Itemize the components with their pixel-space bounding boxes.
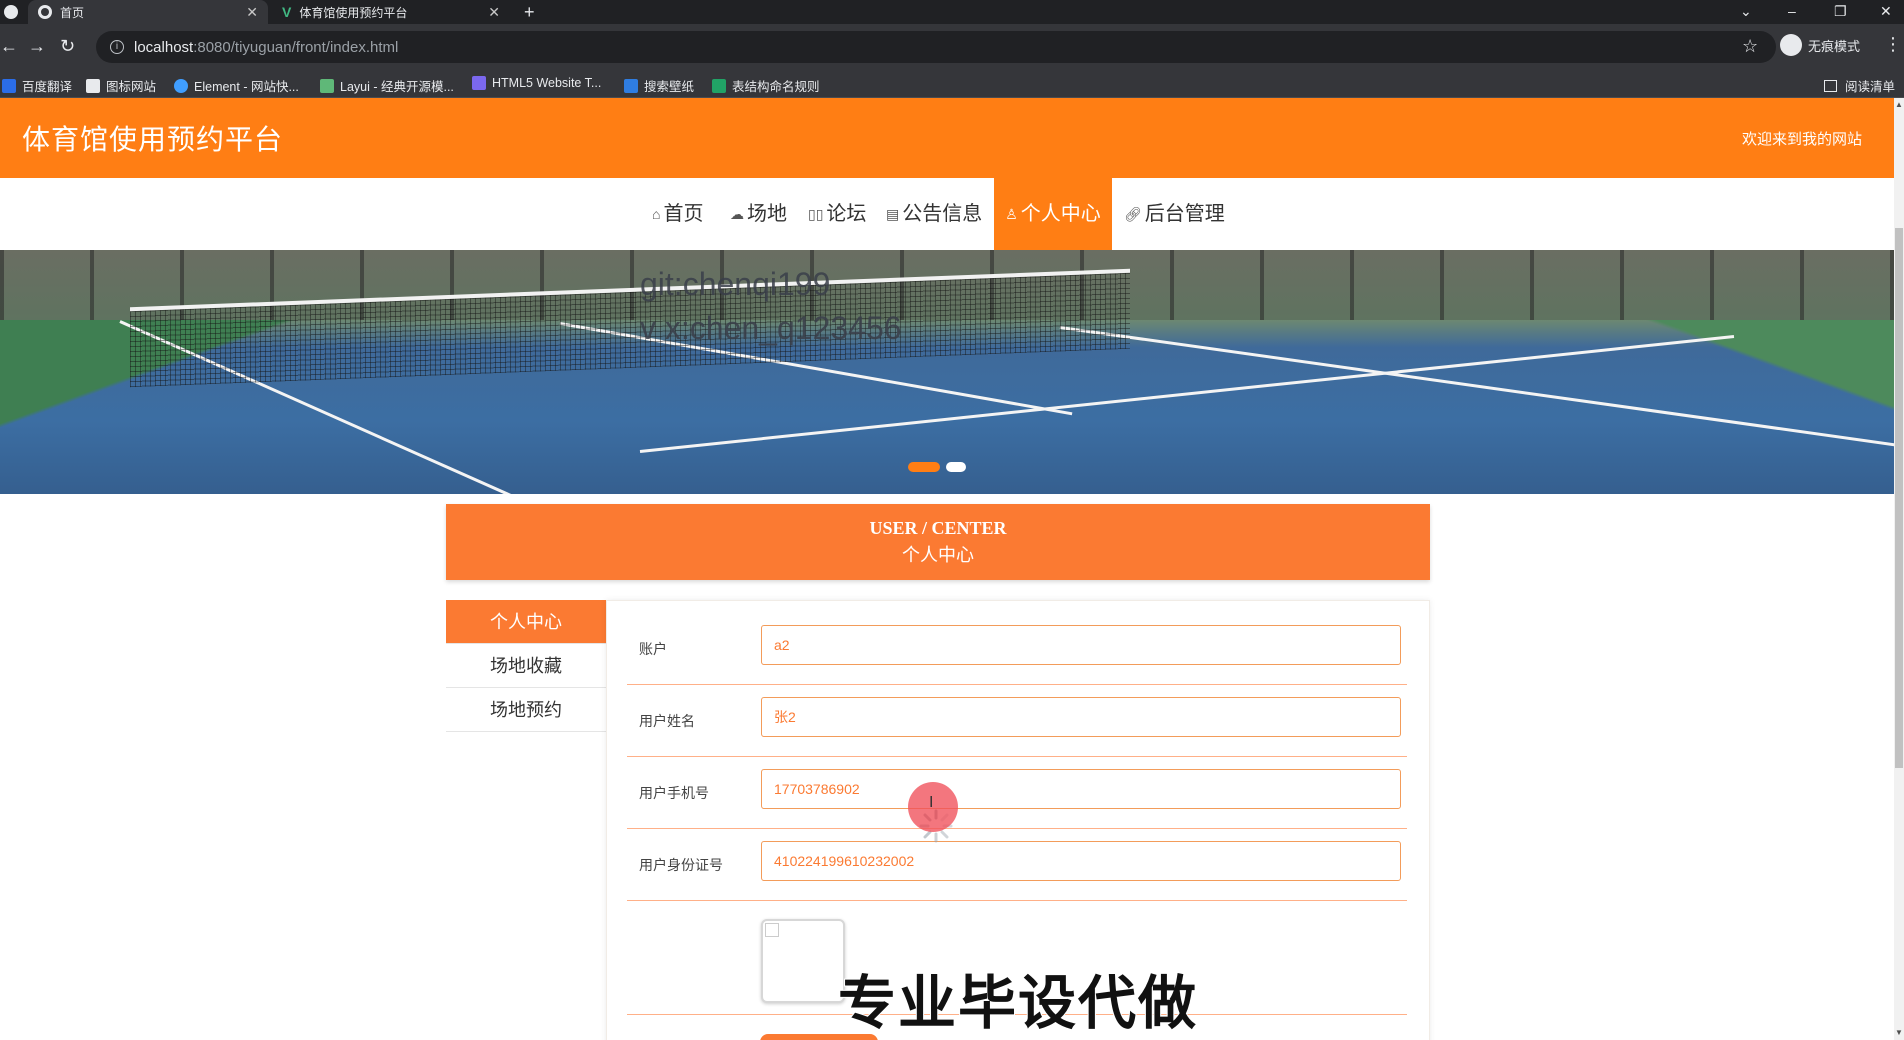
- site-title: 体育馆使用预约平台: [22, 124, 284, 155]
- forward-icon[interactable]: →: [28, 36, 46, 57]
- nav-forum[interactable]: ▯▯ 论坛: [802, 178, 872, 250]
- back-icon[interactable]: ←: [0, 36, 18, 57]
- wallpaper-icon: [624, 78, 638, 93]
- layui-icon: [320, 78, 334, 93]
- side-item-favorites[interactable]: 场地收藏: [446, 644, 606, 688]
- side-item-reservations[interactable]: 场地预约: [446, 688, 606, 732]
- user-icon: ♙: [1005, 206, 1018, 222]
- form-row-account: 账户: [627, 613, 1407, 685]
- account-input[interactable]: [761, 625, 1401, 665]
- side-item-user-center[interactable]: 个人中心: [446, 600, 606, 644]
- nav-home[interactable]: ⌂ 首页: [646, 178, 709, 250]
- browser-tab-home[interactable]: 首页 ✕: [28, 0, 268, 24]
- account-label: 账户: [639, 641, 667, 657]
- welcome-text: 欢迎来到我的网站: [1741, 131, 1862, 148]
- reading-list[interactable]: 阅读清单: [1824, 76, 1895, 95]
- home-icon: ⌂: [652, 206, 661, 222]
- minimize-button[interactable]: –: [1788, 0, 1796, 24]
- close-window-button[interactable]: ✕: [1880, 0, 1892, 24]
- browser-tab-bar: 首页 ✕ V 体育馆使用预约平台 ✕ + ⌄ – ❐ ✕: [0, 0, 1904, 24]
- scroll-up-icon[interactable]: ▲: [1895, 100, 1903, 109]
- avatar-upload[interactable]: [761, 919, 845, 1003]
- watermark-text: v x:chen_q123456: [640, 310, 902, 346]
- side-menu: 个人中心 场地收藏 场地预约: [446, 600, 606, 732]
- tab-title: 首页: [60, 5, 85, 20]
- nav-user-center[interactable]: ♙ 个人中心: [994, 178, 1112, 250]
- carousel-indicators: [908, 462, 966, 472]
- carousel-dot[interactable]: [946, 462, 966, 472]
- address-bar: ← → ↻ i localhost:8080/tiyuguan/front/in…: [0, 24, 1904, 70]
- scroll-thumb[interactable]: [1895, 228, 1903, 768]
- vue-icon: V: [282, 4, 292, 20]
- tab-title: 体育馆使用预约平台: [299, 5, 408, 20]
- close-icon[interactable]: ✕: [246, 4, 258, 21]
- translate-icon: [2, 78, 16, 93]
- overlay-watermark: 专业毕设代做: [837, 968, 1199, 1038]
- image-placeholder-icon: [765, 923, 779, 937]
- scroll-down-icon[interactable]: ▼: [1895, 1028, 1903, 1037]
- text-cursor-icon: I: [929, 794, 934, 811]
- bookmark-item[interactable]: 百度翻译: [2, 76, 72, 95]
- site-header: 体育馆使用预约平台 欢迎来到我的网站: [0, 98, 1894, 178]
- url-path: :8080/tiyuguan/front/index.html: [193, 38, 399, 56]
- name-label: 用户姓名: [639, 713, 695, 729]
- id-card-label: 用户身份证号: [639, 857, 723, 873]
- nav-admin[interactable]: 🔗︎ 后台管理: [1118, 178, 1231, 250]
- bookmark-item[interactable]: Element - 网站快...: [174, 76, 299, 95]
- name-input[interactable]: [761, 697, 1401, 737]
- globe-icon: [38, 5, 52, 19]
- tab-search-icon[interactable]: ⌄: [1740, 0, 1752, 24]
- page-scrollbar[interactable]: ▲ ▼: [1894, 98, 1904, 1040]
- bookmark-star-icon[interactable]: ☆: [1742, 36, 1758, 57]
- phone-input[interactable]: [761, 769, 1401, 809]
- section-title-en: USER / CENTER: [869, 518, 1007, 538]
- phone-label: 用户手机号: [639, 785, 709, 801]
- element-icon: [174, 78, 188, 93]
- incognito-label: 无痕模式: [1808, 38, 1861, 54]
- bookmark-item[interactable]: 图标网站: [86, 76, 156, 95]
- incognito-indicator[interactable]: 无痕模式: [1780, 34, 1860, 56]
- browser-tab-site[interactable]: V 体育馆使用预约平台 ✕: [272, 0, 510, 24]
- url-host: localhost: [134, 38, 194, 56]
- reading-list-icon: [1824, 79, 1837, 92]
- bookmark-item[interactable]: HTML5 Website T...: [472, 76, 601, 90]
- section-title-cn: 个人中心: [902, 545, 974, 565]
- form-row-phone: 用户手机号: [627, 757, 1407, 829]
- sheet-icon: [712, 78, 726, 93]
- bookmark-item[interactable]: 表结构命名规则: [712, 76, 820, 95]
- bookmarks-bar: 百度翻译 图标网站 Element - 网站快... Layui - 经典开源模…: [0, 70, 1904, 98]
- bookmark-item[interactable]: 搜索壁纸: [624, 76, 694, 95]
- notice-icon: ▤: [886, 206, 900, 222]
- watermark-text: git:chenqi199: [640, 266, 831, 302]
- click-indicator: I: [908, 782, 958, 832]
- carousel-dot-active[interactable]: [908, 462, 940, 472]
- forum-icon: ▯▯: [808, 206, 824, 222]
- restore-button[interactable]: ❐: [1834, 0, 1847, 24]
- incognito-icon: [1780, 34, 1802, 56]
- url-field[interactable]: i localhost:8080/tiyuguan/front/index.ht…: [96, 31, 1776, 63]
- page-content: 体育馆使用预约平台 欢迎来到我的网站 ⌂ 首页 ☁ 场地 ▯▯ 论坛 ▤ 公告信息 ♙ 个…: [0, 98, 1894, 1040]
- id-card-input[interactable]: [761, 841, 1401, 881]
- html5-icon: [472, 76, 486, 90]
- link-icon: 🔗︎: [1124, 206, 1142, 222]
- new-tab-button[interactable]: +: [524, 0, 535, 24]
- nav-field[interactable]: ☁ 场地: [724, 178, 793, 250]
- bookmark-item[interactable]: Layui - 经典开源模...: [320, 76, 454, 95]
- reload-icon[interactable]: ↻: [60, 36, 75, 57]
- flag-icon: [86, 78, 100, 93]
- close-icon[interactable]: ✕: [488, 4, 500, 21]
- nav-notice[interactable]: ▤ 公告信息: [880, 178, 988, 250]
- field-icon: ☁: [730, 206, 744, 222]
- form-row-id-card: 用户身份证号: [627, 829, 1407, 901]
- banner-carousel[interactable]: git:chenqi199 v x:chen_q123456: [0, 250, 1894, 494]
- more-menu-icon[interactable]: ⋮: [1884, 34, 1902, 55]
- section-header: USER / CENTER 个人中心: [446, 504, 1430, 580]
- info-icon[interactable]: i: [110, 40, 124, 54]
- main-nav: ⌂ 首页 ☁ 场地 ▯▯ 论坛 ▤ 公告信息 ♙ 个人中心 🔗︎ 后台管理: [0, 178, 1894, 250]
- form-row-name: 用户姓名: [627, 685, 1407, 757]
- browser-menu-icon[interactable]: [4, 5, 18, 19]
